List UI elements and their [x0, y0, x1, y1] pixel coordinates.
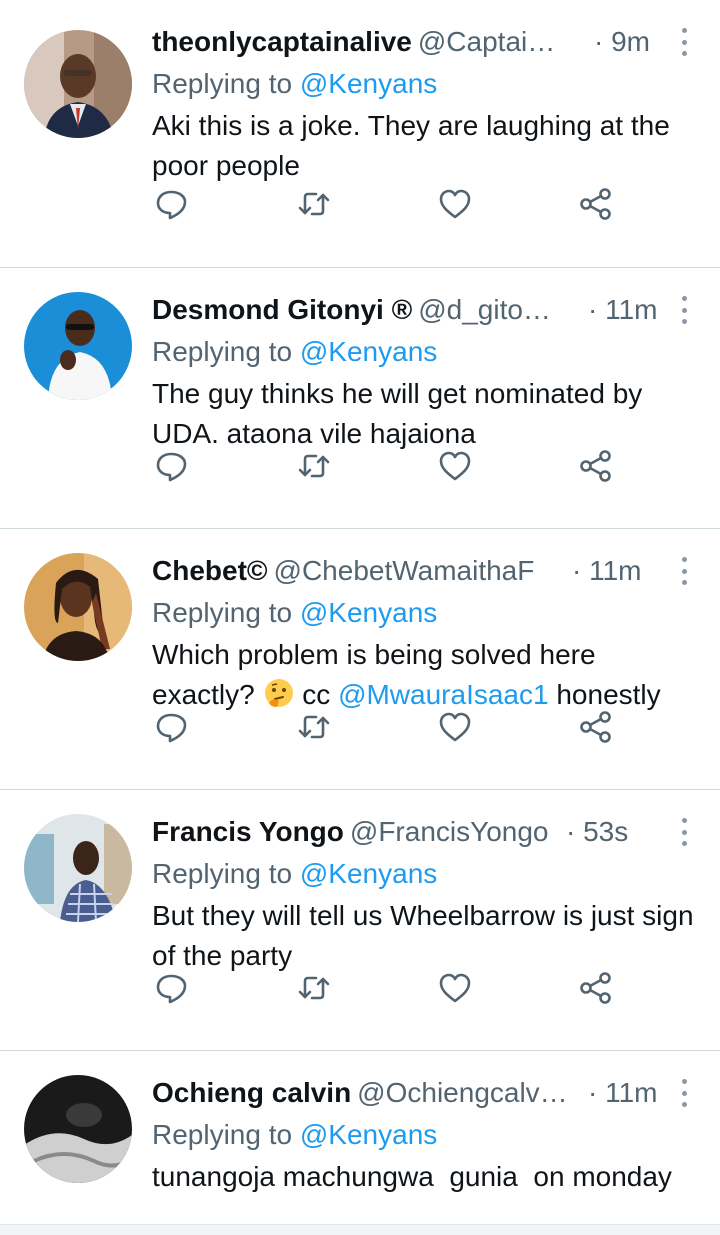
tweet-actions [152, 709, 642, 745]
replying-to-label: Replying to [152, 597, 300, 628]
timestamp[interactable]: · 9m [594, 24, 650, 60]
heart-icon[interactable] [437, 186, 473, 222]
reply-icon[interactable] [154, 448, 190, 484]
replying-to: Replying to @Kenyans [152, 66, 696, 102]
more-options-icon[interactable] [672, 28, 696, 56]
tweet-text: Aki this is a joke. They are laughing at… [152, 110, 670, 181]
timestamp[interactable]: · 11m [588, 292, 658, 328]
display-name[interactable]: Francis Yongo [152, 816, 344, 847]
retweet-icon[interactable] [296, 448, 332, 484]
more-options-icon[interactable] [672, 1079, 696, 1107]
avatar-woman-locs-image [24, 553, 132, 661]
display-name[interactable]: Desmond Gitonyi ® [152, 294, 412, 325]
display-name[interactable]: theonlycaptainalive [152, 26, 412, 57]
more-options-icon[interactable] [672, 296, 696, 324]
reply-feed: theonlycaptainalive @Captai… · 9m Replyin… [0, 0, 720, 1231]
reply-icon[interactable] [154, 709, 190, 745]
heart-icon[interactable] [437, 448, 473, 484]
thinking-face-icon [264, 679, 293, 707]
tweet[interactable]: theonlycaptainalive @Captai… · 9m Replyin… [0, 0, 720, 268]
tweet-header: theonlycaptainalive @Captai… · 9m [152, 24, 696, 60]
replying-to: Replying to @Kenyans [152, 595, 696, 631]
display-name[interactable]: Ochieng calvin [152, 1077, 351, 1108]
replying-to: Replying to @Kenyans [152, 1117, 696, 1153]
tweet-text: The guy thinks he will get nominated by … [152, 378, 643, 449]
replying-to-mention[interactable]: @Kenyans [300, 858, 437, 889]
tweet-text-end: honestly [548, 679, 661, 710]
replying-to-label: Replying to [152, 858, 300, 889]
tweet-header: Chebet© @ChebetWamaithaF · 11m [152, 553, 696, 589]
replying-to-mention[interactable]: @Kenyans [300, 1119, 437, 1150]
tweet-text-cc: cc [294, 679, 339, 710]
retweet-icon[interactable] [296, 186, 332, 222]
avatar[interactable] [24, 30, 132, 138]
replying-to-mention[interactable]: @Kenyans [300, 597, 437, 628]
more-options-icon[interactable] [672, 557, 696, 585]
retweet-icon[interactable] [296, 709, 332, 745]
timestamp[interactable]: · 11m [588, 1075, 658, 1111]
user-handle[interactable]: @Ochiengcalv… [357, 1077, 568, 1108]
avatar-man-in-suit-image [24, 30, 132, 138]
replying-to: Replying to @Kenyans [152, 856, 696, 892]
display-name[interactable]: Chebet© [152, 555, 268, 586]
tweet-text: Which problem is being solved here exact… [152, 635, 696, 715]
avatar[interactable] [24, 814, 132, 922]
tweet-actions [152, 970, 642, 1006]
tweet-header: Francis Yongo @FrancisYongo · 53s [152, 814, 696, 850]
avatar[interactable] [24, 292, 132, 400]
heart-icon[interactable] [437, 970, 473, 1006]
heart-icon[interactable] [437, 709, 473, 745]
avatar[interactable] [24, 553, 132, 661]
bottom-edge [0, 1224, 720, 1235]
avatar[interactable] [24, 1075, 132, 1183]
user-handle[interactable]: @ChebetWamaithaF [274, 555, 535, 586]
replying-to-mention[interactable]: @Kenyans [300, 336, 437, 367]
tweet-header: Ochieng calvin @Ochiengcalv… · 11m [152, 1075, 696, 1111]
replying-to-label: Replying to [152, 1119, 300, 1150]
tweet-actions [152, 448, 642, 484]
user-handle[interactable]: @FrancisYongo [350, 816, 549, 847]
share-icon[interactable] [578, 448, 614, 484]
share-icon[interactable] [578, 709, 614, 745]
replying-to: Replying to @Kenyans [152, 334, 696, 370]
share-icon[interactable] [578, 186, 614, 222]
replying-to-mention[interactable]: @Kenyans [300, 68, 437, 99]
tweet-header: Desmond Gitonyi ® @d_gito… · 11m [152, 292, 696, 328]
replying-to-label: Replying to [152, 68, 300, 99]
avatar-man-white-shirt-image [24, 292, 132, 400]
replying-to-label: Replying to [152, 336, 300, 367]
tweet-actions [152, 186, 642, 222]
user-handle[interactable]: @d_gito… [418, 294, 551, 325]
tweet[interactable]: Chebet© @ChebetWamaithaF · 11m Replying t… [0, 529, 720, 790]
reply-icon[interactable] [154, 186, 190, 222]
tweet[interactable]: Francis Yongo @FrancisYongo · 53s Replyin… [0, 790, 720, 1051]
tweet-text: But they will tell us Wheelbarrow is jus… [152, 900, 694, 971]
avatar-man-checked-shirt-image [24, 814, 132, 922]
tweet-mention[interactable]: @MwauraIsaac1 [338, 679, 549, 710]
avatar-dark-photo-image [24, 1075, 132, 1183]
tweet[interactable]: Ochieng calvin @Ochiengcalv… · 11m Replyi… [0, 1051, 720, 1231]
timestamp[interactable]: · 11m [572, 553, 642, 589]
user-handle[interactable]: @Captai… [418, 26, 555, 57]
timestamp[interactable]: · 53s [566, 814, 628, 850]
reply-icon[interactable] [154, 970, 190, 1006]
tweet-text: tunangoja machungwa gunia on monday [152, 1161, 672, 1192]
retweet-icon[interactable] [296, 970, 332, 1006]
tweet[interactable]: Desmond Gitonyi ® @d_gito… · 11m Replying… [0, 268, 720, 529]
more-options-icon[interactable] [672, 818, 696, 846]
share-icon[interactable] [578, 970, 614, 1006]
